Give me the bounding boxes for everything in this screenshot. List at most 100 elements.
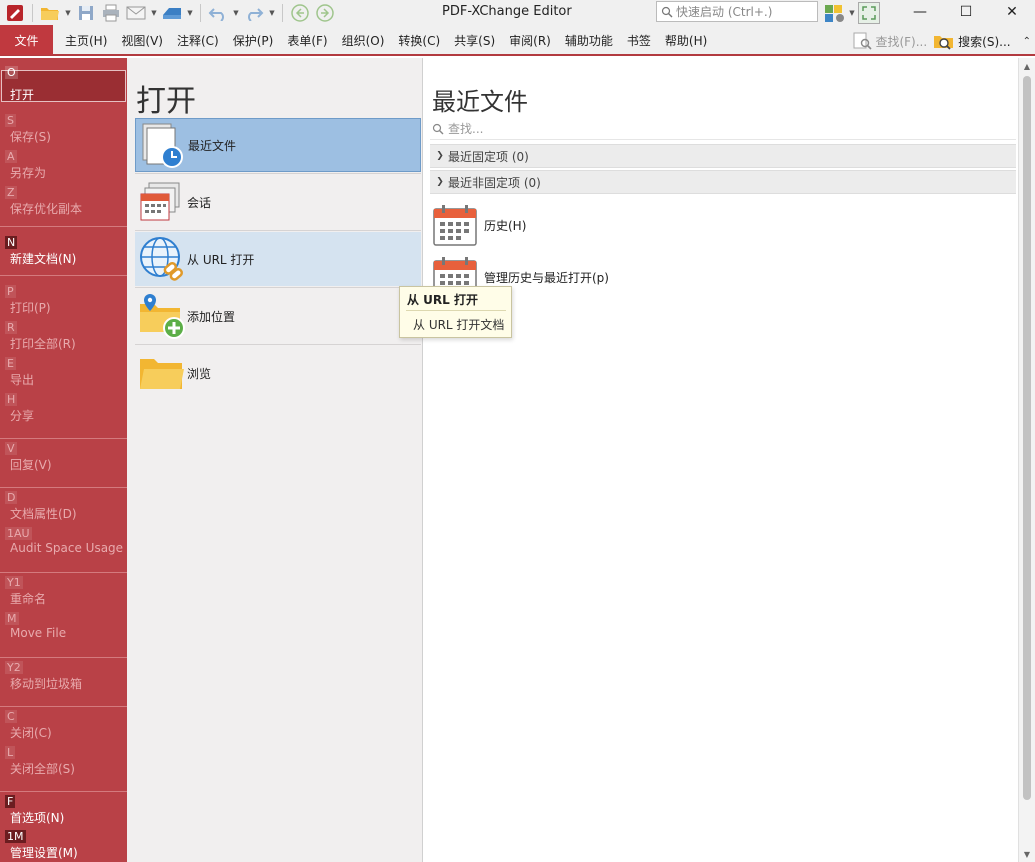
sessions-icon — [137, 177, 187, 227]
panel-divider — [135, 173, 421, 174]
search-folder-icon — [934, 36, 954, 50]
globe-link-icon — [137, 234, 187, 284]
tab-accessibility[interactable]: 辅助功能 — [559, 32, 621, 49]
nav-divider — [0, 275, 127, 276]
find-button[interactable]: 查找(F)... — [852, 32, 927, 50]
back-icon[interactable] — [289, 2, 311, 24]
undo-icon[interactable] — [207, 2, 229, 24]
open-add-location[interactable]: 添加位置 — [135, 289, 421, 343]
recent-search-input[interactable]: 查找... — [430, 118, 1016, 140]
nav-label: 打开 — [10, 88, 35, 102]
open-sessions[interactable]: 会话 — [135, 175, 421, 229]
chevron-down-icon[interactable]: ▼ — [186, 2, 194, 24]
open-recent-files-label: 最近文件 — [188, 138, 237, 153]
tab-comment[interactable]: 注释(C) — [171, 32, 227, 49]
tab-convert[interactable]: 转换(C) — [392, 32, 448, 49]
tab-bookmarks[interactable]: 书签 — [621, 32, 659, 49]
nav-label: 管理设置(M) — [10, 846, 78, 860]
tab-help[interactable]: 帮助(H) — [659, 32, 715, 49]
toolbar-separator — [282, 4, 283, 22]
nav-label: 文档属性(D) — [10, 507, 77, 521]
title-bar: ▼ ▼ ▼ ▼ ▼ PDF-XChange Editor 快速启动 (Ctrl+… — [0, 0, 1035, 26]
open-from-url[interactable]: 从 URL 打开 — [135, 232, 421, 286]
tab-share[interactable]: 共享(S) — [448, 32, 503, 49]
forward-icon[interactable] — [314, 2, 336, 24]
panel-divider — [135, 344, 421, 345]
nav-key: P — [5, 285, 16, 298]
group-recent-unpinned[interactable]: ❯ 最近非固定项 (0) — [430, 170, 1016, 194]
tab-view[interactable]: 视图(V) — [115, 32, 171, 49]
tab-home[interactable]: 主页(H) — [59, 32, 115, 49]
save-icon[interactable] — [75, 2, 97, 24]
search-label: 搜索(S)... — [958, 34, 1011, 49]
tab-protect[interactable]: 保护(P) — [227, 32, 282, 49]
nav-key: 1AU — [5, 527, 32, 540]
chevron-down-icon[interactable]: ▼ — [848, 2, 856, 24]
nav-label: 分享 — [10, 409, 35, 423]
tab-form[interactable]: 表单(F) — [281, 32, 335, 49]
minimize-button[interactable]: — — [897, 0, 943, 24]
backstage-nav: O 打开 S 保存(S) A 另存为 Z 保存优化副本 N 新建文档(N) P … — [0, 58, 127, 862]
collapse-ribbon-icon[interactable]: ⌃ — [1023, 36, 1031, 47]
open-sessions-label: 会话 — [187, 195, 212, 210]
chevron-down-icon[interactable]: ▼ — [64, 2, 72, 24]
folder-icon — [137, 348, 187, 398]
history-item[interactable]: 历史(H) — [432, 202, 526, 248]
chevron-down-icon[interactable]: ▼ — [232, 2, 240, 24]
scroll-up-icon[interactable]: ▲ — [1019, 58, 1035, 74]
menu-tabs: 主页(H) 视图(V) 注释(C) 保护(P) 表单(F) 组织(O) 转换(C… — [59, 32, 715, 49]
open-folder-icon[interactable] — [39, 2, 61, 24]
nav-key: S — [5, 114, 16, 127]
fullscreen-icon[interactable] — [858, 2, 880, 24]
open-recent-files[interactable]: 最近文件 — [135, 118, 421, 172]
email-icon[interactable] — [125, 2, 147, 24]
nav-label: Audit Space Usage — [10, 541, 124, 555]
vertical-scrollbar[interactable]: ▲ ▼ — [1018, 58, 1035, 862]
nav-label: 导出 — [10, 373, 35, 387]
nav-key: M — [5, 612, 19, 625]
add-location-folder-icon — [137, 291, 187, 341]
quick-launch-input[interactable]: 快速启动 (Ctrl+.) — [656, 1, 818, 22]
chevron-down-icon[interactable]: ▼ — [268, 2, 276, 24]
nav-key: Z — [5, 186, 17, 199]
nav-label: 保存优化副本 — [10, 202, 83, 216]
tab-review[interactable]: 审阅(R) — [503, 32, 559, 49]
tab-organize[interactable]: 组织(O) — [336, 32, 393, 49]
nav-key: Y2 — [5, 661, 23, 674]
maximize-button[interactable]: ☐ — [943, 0, 989, 24]
ui-options-icon[interactable] — [824, 2, 846, 24]
nav-label: 重命名 — [10, 592, 47, 606]
panel-divider — [135, 287, 421, 288]
quick-access-toolbar: ▼ ▼ ▼ ▼ ▼ — [0, 0, 336, 26]
nav-label: 关闭(C) — [10, 726, 52, 740]
nav-label: 回复(V) — [10, 458, 52, 472]
scrollbar-thumb[interactable] — [1023, 76, 1031, 800]
nav-divider — [0, 438, 127, 439]
search-button[interactable]: 搜索(S)... — [933, 32, 1011, 50]
nav-key: H — [5, 393, 18, 406]
app-logo-icon[interactable] — [4, 2, 26, 24]
nav-label: 打印(P) — [10, 301, 51, 315]
scan-icon[interactable] — [161, 2, 183, 24]
tab-file[interactable]: 文件 — [0, 25, 53, 55]
calendar-icon — [433, 205, 477, 246]
chevron-down-icon: ❯ — [436, 177, 444, 187]
open-browse[interactable]: 浏览 — [135, 346, 421, 400]
open-browse-label: 浏览 — [187, 366, 212, 381]
nav-divider — [0, 791, 127, 792]
group-recent-pinned[interactable]: ❯ 最近固定项 (0) — [430, 144, 1016, 168]
tooltip: 从 URL 打开 从 URL 打开文档 — [399, 286, 512, 338]
nav-key: E — [5, 357, 16, 370]
group-label: 最近固定项 (0) — [448, 149, 529, 164]
tooltip-title: 从 URL 打开 — [407, 293, 478, 307]
redo-icon[interactable] — [243, 2, 265, 24]
nav-key: L — [5, 746, 16, 759]
close-button[interactable]: ✕ — [989, 0, 1035, 24]
chevron-down-icon: ❯ — [436, 151, 444, 161]
scroll-down-icon[interactable]: ▼ — [1019, 846, 1035, 862]
find-label: 查找(F)... — [875, 34, 928, 49]
ui-options: ▼ — [824, 2, 880, 24]
print-icon[interactable] — [100, 2, 122, 24]
chevron-down-icon[interactable]: ▼ — [150, 2, 158, 24]
open-panel: 打开 最近文件 会话 从 URL 打开 添加位置 浏览 — [127, 58, 423, 862]
